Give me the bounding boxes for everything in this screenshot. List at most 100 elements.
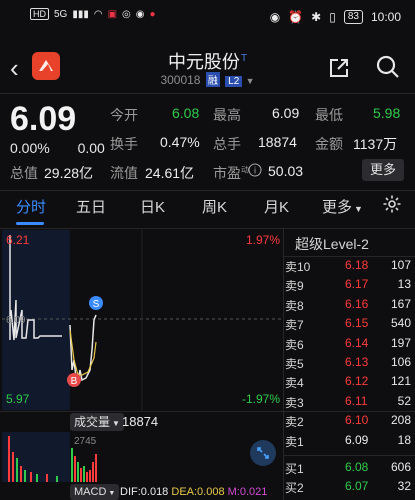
ask-volume: 121	[390, 374, 411, 389]
ask-label: 卖1	[285, 434, 304, 449]
ask-row[interactable]: 卖3 6.11 52	[285, 394, 415, 412]
bottom-pct-label: -1.97%	[242, 392, 280, 406]
sell-marker-label: S	[93, 299, 100, 310]
ask-volume: 167	[390, 296, 411, 311]
chat-icon: ◎	[122, 8, 131, 20]
t-mark: T	[240, 53, 248, 64]
tab-intraday[interactable]: 分时	[16, 196, 46, 217]
ask-row[interactable]: 卖7 6.15 540	[285, 316, 415, 334]
intraday-chart[interactable]: B S 6.21 1.97% 6.09 5.97 -1.97%	[2, 230, 282, 410]
tab-five-day[interactable]: 五日	[76, 196, 106, 217]
ask-row[interactable]: 卖9 6.17 13	[285, 277, 415, 295]
pe-label: 市盈动	[213, 163, 249, 183]
network-label: 5G	[54, 8, 68, 20]
ask-volume: 197	[390, 335, 411, 350]
amount-label: 金额	[315, 136, 343, 152]
macd-m: M:0.021	[227, 486, 268, 498]
bid-price: 6.07	[345, 479, 369, 494]
ask-label: 卖3	[285, 395, 304, 410]
chart-tabs: 分时 五日 日K 周K 月K 更多 ▼	[0, 194, 415, 226]
wifi-icon: ◠	[93, 8, 103, 20]
status-right: ◉ ⏰ ✱ ▯ 83 10:00	[270, 10, 401, 24]
ask-price: 6.14	[345, 335, 369, 350]
search-icon[interactable]	[375, 54, 401, 85]
tab-more-label: 更多	[322, 199, 353, 216]
volume-indicator-button[interactable]: 成交量 ▼	[70, 413, 124, 431]
tab-daily-k[interactable]: 日K	[140, 196, 165, 217]
ask-volume: 18	[397, 432, 411, 447]
ask-row[interactable]: 卖10 6.18 107	[285, 258, 415, 276]
change-pct: 0.00%	[10, 140, 50, 156]
low-value: 5.98	[373, 105, 401, 121]
caret-down-icon: ▼	[112, 419, 120, 428]
info-circle-icon[interactable]: i	[248, 163, 262, 182]
mktcap-value: 29.28亿	[44, 165, 94, 181]
ask-price: 6.11	[345, 393, 368, 408]
status-left: HD 5G ▮▮▮ ◠ ▣ ◎ ◉ ●	[30, 8, 156, 20]
ask-volume: 107	[390, 258, 411, 272]
macd-label: MACD	[74, 486, 107, 498]
volume-value: 18874	[258, 134, 297, 150]
more-button[interactable]: 更多	[362, 159, 404, 181]
tab-more[interactable]: 更多 ▼	[322, 196, 363, 217]
ask-row[interactable]: 卖1 6.09 18	[285, 433, 415, 451]
float-label: 流值	[110, 165, 138, 181]
bid-row[interactable]: 买1 6.08 606	[285, 460, 415, 478]
battery-icon: 83	[343, 10, 363, 24]
volume-bars-svg: 2745	[2, 432, 97, 482]
bid-label: 买1	[285, 462, 304, 476]
quote-divider	[0, 190, 415, 191]
change-abs: 0.00	[77, 140, 105, 156]
amount-value: 1137万	[353, 136, 398, 152]
ask-price: 6.10	[345, 413, 369, 428]
share-icon[interactable]	[327, 56, 351, 85]
volume-chart[interactable]: 2745	[2, 432, 282, 482]
high-value: 6.09	[272, 105, 300, 121]
orderbook-divider	[284, 455, 415, 456]
bluetooth-icon: ✱	[311, 10, 322, 24]
macd-dea: DEA:0.008	[171, 486, 225, 498]
ask-volume: 52	[397, 393, 411, 408]
low-label: 最低	[315, 107, 343, 123]
vibrate-icon: ▯	[329, 10, 336, 24]
margin-badge: 融	[205, 72, 220, 87]
ask-label: 卖5	[285, 357, 304, 371]
ask-row[interactable]: 卖4 6.12 121	[285, 374, 415, 392]
open-label: 今开	[110, 107, 138, 123]
volume-value: 18874	[122, 414, 159, 429]
ask-row[interactable]: 卖2 6.10 208	[285, 413, 415, 431]
ask-label: 卖2	[285, 415, 304, 430]
stock-title: 中元股份T	[0, 48, 415, 74]
ask-row[interactable]: 卖5 6.13 106	[285, 355, 415, 373]
ask-label: 卖10	[285, 260, 311, 274]
turnover-label: 换手	[110, 136, 138, 152]
l2-badge: L2	[225, 76, 243, 87]
ask-label: 卖6	[285, 337, 304, 352]
bottom-price-label: 5.97	[6, 392, 30, 406]
bid-label: 买2	[285, 481, 304, 496]
intraday-chart-svg: B S 6.21 1.97% 6.09 5.97 -1.97%	[2, 230, 282, 410]
ask-price: 6.13	[345, 355, 369, 369]
float-value: 24.61亿	[145, 165, 195, 181]
tabs-divider	[0, 228, 415, 229]
tab-monthly-k[interactable]: 月K	[264, 196, 289, 217]
ask-label: 卖8	[285, 298, 304, 313]
ask-label: 卖9	[285, 279, 304, 294]
tab-weekly-k[interactable]: 周K	[202, 196, 227, 217]
ask-price: 6.17	[345, 277, 369, 292]
macd-indicator-button[interactable]: MACD ▼	[70, 484, 120, 500]
ask-row[interactable]: 卖8 6.16 167	[285, 297, 415, 315]
level2-title[interactable]: 超级Level-2	[295, 234, 369, 254]
macd-dif: DIF:0.018	[120, 486, 169, 498]
open-value: 6.08	[172, 105, 200, 121]
signal-icon: ▮▮▮	[72, 8, 89, 20]
top-price-label: 6.21	[6, 233, 30, 247]
ask-price: 6.12	[345, 374, 369, 389]
expand-icon[interactable]	[250, 440, 276, 466]
bid-row[interactable]: 买2 6.07 32	[285, 479, 415, 497]
bid-volume: 606	[390, 460, 411, 474]
settings-icon[interactable]	[382, 194, 402, 218]
ask-row[interactable]: 卖6 6.14 197	[285, 336, 415, 354]
stock-code: 300018	[160, 73, 201, 87]
stock-subtitle[interactable]: 300018 融 L2 ▼	[0, 72, 415, 87]
